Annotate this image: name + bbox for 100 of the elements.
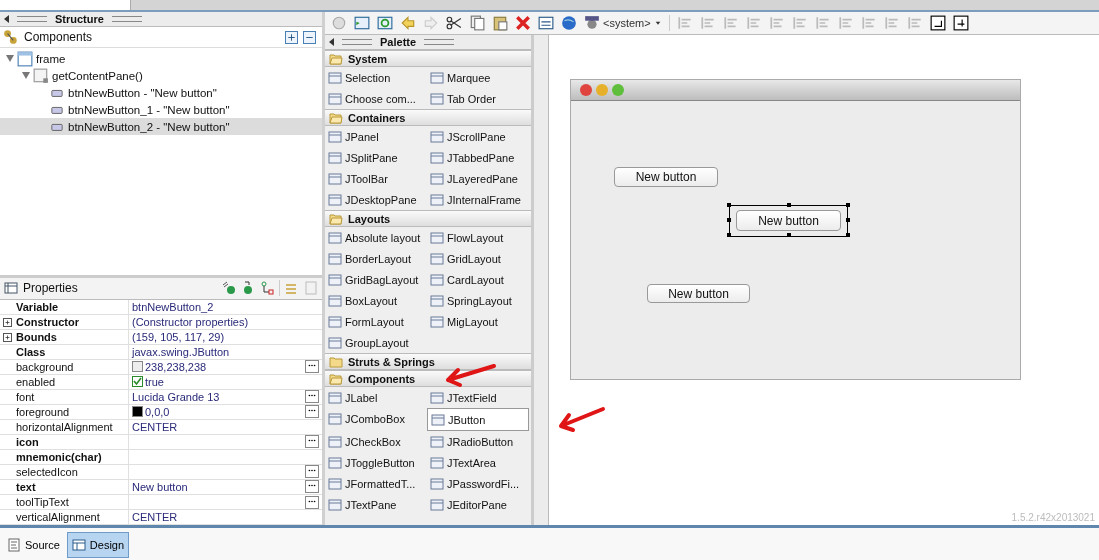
palette-item[interactable]: GridLayout <box>427 248 529 269</box>
look-and-feel-dropdown[interactable]: <system> <box>584 15 662 31</box>
property-name: background <box>0 359 129 374</box>
open-folder-icon <box>329 371 343 386</box>
selection-handles[interactable] <box>729 205 848 237</box>
palette-item[interactable]: Tab Order <box>427 88 529 109</box>
component-icon <box>328 70 342 85</box>
panel-icon <box>33 67 49 84</box>
window-icon <box>17 50 33 67</box>
component-icon <box>430 314 444 329</box>
tree-item[interactable]: btnNewButton - "New button" <box>0 84 322 101</box>
palette-item[interactable]: JToggleButton <box>325 452 427 473</box>
component-icon <box>328 150 342 165</box>
palette-item[interactable]: GroupLayout <box>325 332 427 353</box>
palette-item[interactable]: FlowLayout <box>427 227 529 248</box>
new-button[interactable]: New button <box>614 167 718 187</box>
palette-item[interactable]: FormLayout <box>325 311 427 332</box>
open-folder-icon <box>329 110 343 125</box>
palette-item[interactable]: Absolute layout <box>325 227 427 248</box>
property-name: font <box>0 389 129 404</box>
component-icon <box>430 251 444 266</box>
panel-title: Structure <box>55 13 104 25</box>
new-button[interactable]: New button <box>647 284 750 303</box>
palette-item[interactable]: GridBagLayout <box>325 269 427 290</box>
palette-category[interactable]: Components <box>325 370 531 387</box>
ellipsis-button[interactable] <box>305 435 319 449</box>
component-icon <box>328 476 342 491</box>
collapse-icon[interactable] <box>4 15 9 23</box>
palette-item[interactable]: JTextField <box>427 387 529 408</box>
palette-item[interactable]: JDesktopPane <box>325 189 427 210</box>
expand-icon[interactable] <box>3 332 12 342</box>
palette-item[interactable]: JSplitPane <box>325 147 427 168</box>
expand-icon[interactable] <box>3 317 12 327</box>
palette-category[interactable]: Containers <box>325 109 531 126</box>
component-icon <box>430 91 444 106</box>
palette-item[interactable]: JLayeredPane <box>427 168 529 189</box>
copy-icon <box>469 15 485 31</box>
minimize-icon <box>596 84 608 96</box>
property-name: icon <box>0 434 129 449</box>
palette-item[interactable]: JLabel <box>325 387 427 408</box>
palette-item[interactable]: JEditorPane <box>427 494 529 515</box>
property-value: (Constructor properties) <box>132 315 249 328</box>
component-icon <box>430 497 444 512</box>
tree-item[interactable]: getContentPane() <box>0 67 322 84</box>
component-icon <box>430 150 444 165</box>
property-value: CENTER <box>132 511 178 524</box>
palette-category[interactable]: System <box>325 50 531 67</box>
palette-item[interactable]: JButton <box>427 408 529 431</box>
palette-item[interactable]: SpringLayout <box>427 290 529 311</box>
palette-item[interactable]: MigLayout <box>427 311 529 332</box>
property-name: selectedIcon <box>0 464 129 479</box>
tree-item[interactable]: btnNewButton_2 - "New button" <box>0 118 322 135</box>
align-icon <box>791 15 808 31</box>
component-icon <box>328 129 342 144</box>
palette-item[interactable]: JPasswordFi... <box>427 473 529 494</box>
palette-item[interactable]: Marquee <box>427 67 529 88</box>
component-icon <box>328 230 342 245</box>
palette-item[interactable]: JRadioButton <box>427 431 529 452</box>
palette-item[interactable]: Selection <box>325 67 427 88</box>
align-icon <box>768 15 785 31</box>
palette-item[interactable]: JPanel <box>325 126 427 147</box>
component-icon <box>328 314 342 329</box>
component-icon <box>430 434 444 449</box>
align-icon <box>860 15 877 31</box>
checkbox[interactable] <box>132 376 143 388</box>
palette-item[interactable]: JTextArea <box>427 452 529 473</box>
editor-tab[interactable]: Source <box>2 531 65 558</box>
palette-item[interactable]: JInternalFrame <box>427 189 529 210</box>
caret-icon <box>653 19 662 27</box>
collapse-all-button[interactable] <box>303 30 316 44</box>
ellipsis-button[interactable] <box>305 495 319 509</box>
tree-item[interactable]: frame <box>0 50 322 67</box>
editor-tab[interactable]: Design <box>66 531 130 558</box>
ellipsis-button[interactable] <box>305 465 319 479</box>
property-name: toolTipText <box>0 495 129 509</box>
palette-item[interactable]: JCheckBox <box>325 431 427 452</box>
palette-item[interactable]: JToolBar <box>325 168 427 189</box>
palette-item[interactable]: BorderLayout <box>325 248 427 269</box>
palette-item[interactable]: Choose com... <box>325 88 427 109</box>
ellipsis-button[interactable] <box>305 360 319 374</box>
ellipsis-button[interactable] <box>305 480 319 494</box>
palette-item[interactable]: JScrollPane <box>427 126 529 147</box>
palette-item[interactable]: CardLayout <box>427 269 529 290</box>
tree-item[interactable]: btnNewButton_1 - "New button" <box>0 101 322 118</box>
palette-item[interactable]: JTextPane <box>325 494 427 515</box>
palette-category[interactable]: Layouts <box>325 210 531 227</box>
ellipsis-button[interactable] <box>305 390 319 404</box>
component-icon <box>328 455 342 470</box>
palette-item[interactable]: JFormattedT... <box>325 473 427 494</box>
new-button[interactable]: New button <box>736 210 841 231</box>
delete-icon <box>515 15 531 31</box>
form-icon <box>354 15 370 31</box>
palette-item[interactable]: JTabbedPane <box>427 147 529 168</box>
source-icon <box>7 537 21 552</box>
property-name: Constructor <box>0 314 129 329</box>
palette-item[interactable]: JComboBox <box>325 408 427 429</box>
palette-item[interactable]: BoxLayout <box>325 290 427 311</box>
palette-category[interactable]: Struts & Springs <box>325 353 531 370</box>
expand-all-button[interactable] <box>285 30 298 44</box>
ellipsis-button[interactable] <box>305 405 319 419</box>
